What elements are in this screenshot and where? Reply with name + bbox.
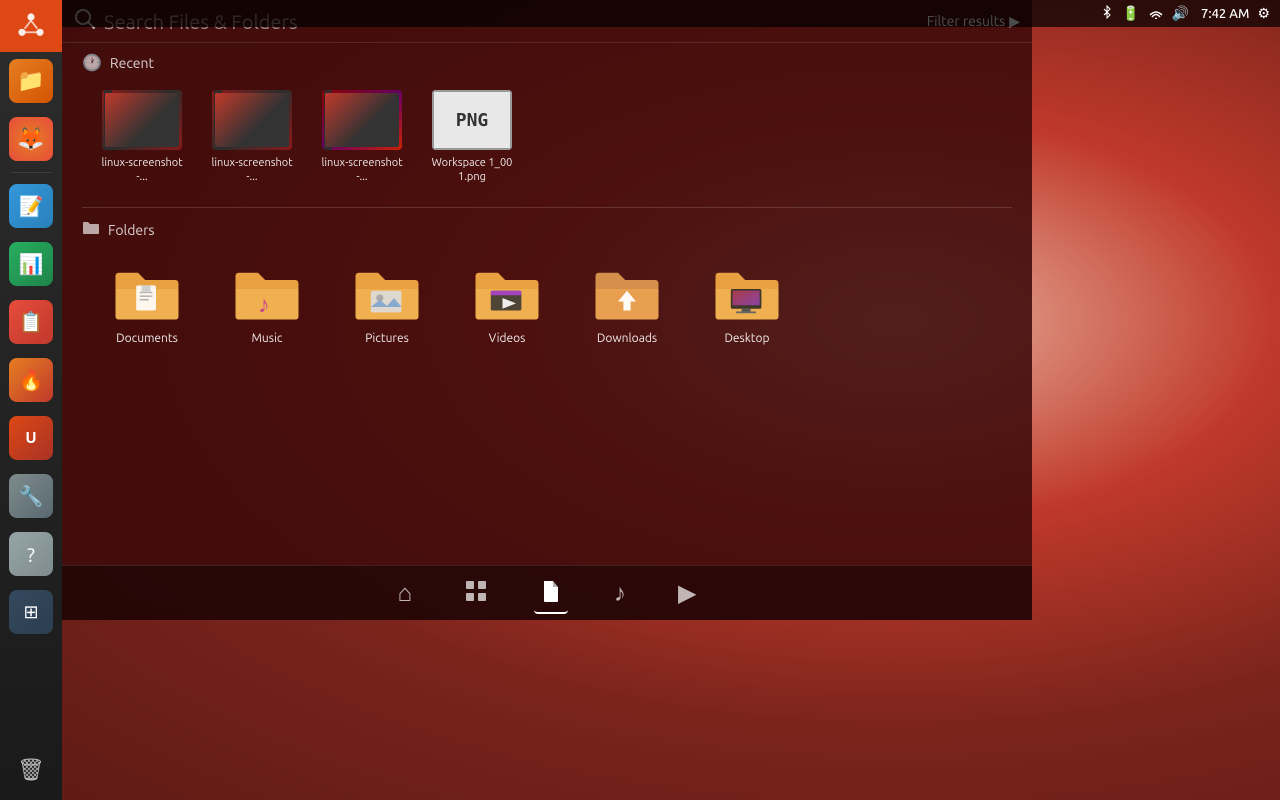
folder-name: Pictures bbox=[365, 332, 409, 345]
folder-item-downloads[interactable]: Downloads bbox=[572, 252, 682, 351]
dash-nav-bar: ⌂ ♪ ▶ bbox=[62, 565, 1032, 620]
file-name: linux-screenshot-... bbox=[208, 156, 296, 185]
launcher-grid-icon[interactable]: ⊞ bbox=[5, 586, 57, 638]
recent-section-header: 🕐 Recent bbox=[82, 53, 1012, 72]
folder-item-desktop[interactable]: Desktop bbox=[692, 252, 802, 351]
folder-item-pictures[interactable]: Pictures bbox=[332, 252, 442, 351]
launcher-help-icon[interactable]: ? bbox=[5, 528, 57, 580]
folder-item-music[interactable]: ♪ Music bbox=[212, 252, 322, 351]
file-name: Workspace 1_001.png bbox=[428, 156, 516, 185]
folder-name: Music bbox=[252, 332, 283, 345]
launcher-trash-icon[interactable]: 🗑 bbox=[5, 744, 57, 796]
folder-item-videos[interactable]: Videos bbox=[452, 252, 562, 351]
file-thumbnail bbox=[212, 90, 292, 150]
folder-icon-videos bbox=[467, 258, 547, 328]
clock-icon: 🕐 bbox=[82, 53, 102, 72]
file-thumbnail bbox=[322, 90, 402, 150]
file-name: linux-screenshot-... bbox=[98, 156, 186, 185]
launcher-writer-icon[interactable]: 📝 bbox=[5, 180, 57, 232]
battery-icon[interactable]: 🔋 bbox=[1122, 5, 1139, 22]
launcher-impress-icon[interactable]: 📋 bbox=[5, 296, 57, 348]
launcher-synaptic-icon[interactable]: 🔧 bbox=[5, 470, 57, 522]
dash-nav-files[interactable] bbox=[534, 573, 568, 614]
bluetooth-icon[interactable] bbox=[1100, 5, 1114, 22]
folder-name: Downloads bbox=[597, 332, 657, 345]
launcher-app1-icon[interactable]: 🔥 bbox=[5, 354, 57, 406]
folder-icon-documents bbox=[107, 258, 187, 328]
folders-label: Folders bbox=[108, 222, 155, 238]
recent-file-item[interactable]: linux-screenshot-... bbox=[202, 84, 302, 191]
svg-text:♪: ♪ bbox=[258, 292, 270, 318]
volume-icon[interactable]: 🔊 bbox=[1172, 5, 1189, 22]
settings-icon[interactable]: ⚙ bbox=[1257, 5, 1270, 22]
folder-icon-music: ♪ bbox=[227, 258, 307, 328]
recent-files-grid: linux-screenshot-... linux-screenshot-..… bbox=[92, 84, 1012, 191]
folder-item-documents[interactable]: Documents bbox=[92, 252, 202, 351]
folder-name: Desktop bbox=[724, 332, 769, 345]
recent-file-item[interactable]: PNG Workspace 1_001.png bbox=[422, 84, 522, 191]
launcher-files-icon[interactable]: 📁 bbox=[5, 55, 57, 107]
clock: 7:42 AM bbox=[1201, 7, 1249, 21]
folders-section-header: Folders bbox=[82, 220, 1012, 240]
folders-grid: Documents ♪ Music bbox=[92, 252, 1012, 351]
unity-launcher: 📁 🦊 📝 📊 📋 🔥 U 🔧 ? ⊞ 🗑 bbox=[0, 0, 62, 800]
launcher-ubuntu-one-icon[interactable]: U bbox=[5, 412, 57, 464]
folder-section-icon bbox=[82, 220, 100, 240]
ubuntu-button[interactable] bbox=[0, 0, 62, 52]
recent-label: Recent bbox=[110, 55, 154, 71]
folder-icon-downloads bbox=[587, 258, 667, 328]
file-thumbnail: PNG bbox=[432, 90, 512, 150]
folder-name: Documents bbox=[116, 332, 178, 345]
dash-content: 🕐 Recent linux-screenshot-... bbox=[62, 43, 1032, 565]
unity-dash: Filter results ▶ 🕐 Recent linu bbox=[62, 0, 1032, 620]
section-divider bbox=[82, 207, 1012, 208]
topbar-icons: 🔋 🔊 7:42 AM ⚙ bbox=[1100, 5, 1270, 22]
dash-nav-music[interactable]: ♪ bbox=[608, 573, 632, 614]
file-name: linux-screenshot-... bbox=[318, 156, 406, 185]
folder-icon-desktop bbox=[707, 258, 787, 328]
recent-file-item[interactable]: linux-screenshot-... bbox=[92, 84, 192, 191]
file-thumbnail bbox=[102, 90, 182, 150]
dash-nav-video[interactable]: ▶ bbox=[672, 573, 702, 613]
launcher-firefox-icon[interactable]: 🦊 bbox=[5, 113, 57, 165]
network-icon[interactable] bbox=[1148, 5, 1164, 22]
folder-name: Videos bbox=[489, 332, 526, 345]
launcher-calc-icon[interactable]: 📊 bbox=[5, 238, 57, 290]
dash-nav-home[interactable]: ⌂ bbox=[392, 573, 419, 614]
dash-nav-apps[interactable] bbox=[458, 573, 494, 614]
recent-file-item[interactable]: linux-screenshot-... bbox=[312, 84, 412, 191]
topbar: 🔋 🔊 7:42 AM ⚙ bbox=[62, 0, 1280, 27]
launcher-separator-1 bbox=[11, 172, 51, 173]
folder-icon-pictures bbox=[347, 258, 427, 328]
